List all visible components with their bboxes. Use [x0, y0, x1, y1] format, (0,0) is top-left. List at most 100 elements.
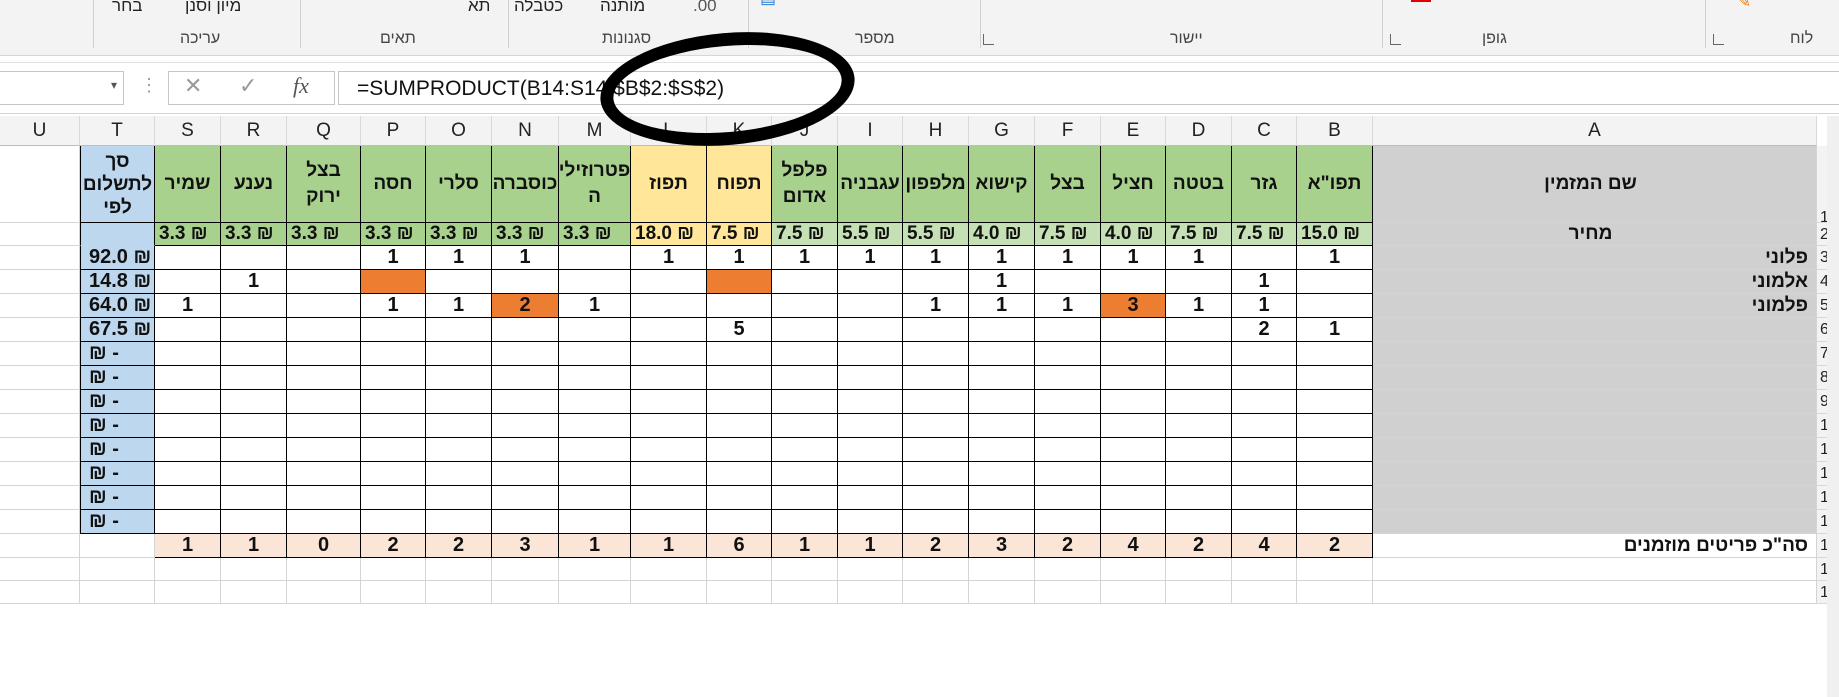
- column-header-C[interactable]: C: [1232, 116, 1297, 146]
- item-total-B[interactable]: 2: [1297, 534, 1373, 558]
- item-header-O[interactable]: סלרי: [426, 146, 492, 223]
- item-header-J[interactable]: פלפל אדום: [772, 146, 838, 223]
- qty-C12[interactable]: [1232, 462, 1297, 486]
- qty-E4[interactable]: [1101, 270, 1166, 294]
- item-price-Q[interactable]: 3.3 ₪: [287, 223, 361, 246]
- qty-D7[interactable]: [1166, 342, 1232, 366]
- format-as-table-button[interactable]: כטבלה: [514, 0, 563, 16]
- qty-D3[interactable]: 1: [1166, 246, 1232, 270]
- item-total-J[interactable]: 1: [772, 534, 838, 558]
- qty-O14[interactable]: [426, 510, 492, 534]
- qty-R3[interactable]: [221, 246, 287, 270]
- qty-J6[interactable]: [772, 318, 838, 342]
- item-header-L[interactable]: תפוז: [631, 146, 707, 223]
- column-header-G[interactable]: G: [969, 116, 1035, 146]
- qty-C14[interactable]: [1232, 510, 1297, 534]
- qty-F12[interactable]: [1035, 462, 1101, 486]
- qty-R7[interactable]: [221, 342, 287, 366]
- qty-L14[interactable]: [631, 510, 707, 534]
- qty-Q14[interactable]: [287, 510, 361, 534]
- column-header-E[interactable]: E: [1101, 116, 1166, 146]
- qty-C11[interactable]: [1232, 438, 1297, 462]
- qty-S12[interactable]: [155, 462, 221, 486]
- cell-M17[interactable]: [559, 581, 631, 604]
- qty-M8[interactable]: [559, 366, 631, 390]
- item-total-K[interactable]: 6: [707, 534, 772, 558]
- enter-icon[interactable]: ✓: [239, 73, 257, 99]
- item-price-F[interactable]: 7.5 ₪: [1035, 223, 1101, 246]
- qty-H5[interactable]: 1: [903, 294, 969, 318]
- qty-G6[interactable]: [969, 318, 1035, 342]
- qty-F8[interactable]: [1035, 366, 1101, 390]
- qty-Q11[interactable]: [287, 438, 361, 462]
- qty-L10[interactable]: [631, 414, 707, 438]
- qty-K11[interactable]: [707, 438, 772, 462]
- item-price-I[interactable]: 5.5 ₪: [838, 223, 903, 246]
- qty-D4[interactable]: [1166, 270, 1232, 294]
- qty-M11[interactable]: [559, 438, 631, 462]
- qty-F3[interactable]: 1: [1035, 246, 1101, 270]
- column-header-K[interactable]: K: [707, 116, 772, 146]
- qty-L11[interactable]: [631, 438, 707, 462]
- qty-S11[interactable]: [155, 438, 221, 462]
- find-select-button[interactable]: מיון וסנן: [185, 0, 241, 16]
- qty-P6[interactable]: [361, 318, 426, 342]
- qty-H6[interactable]: [903, 318, 969, 342]
- item-total-N[interactable]: 3: [492, 534, 559, 558]
- item-price-N[interactable]: 3.3 ₪: [492, 223, 559, 246]
- qty-P5[interactable]: 1: [361, 294, 426, 318]
- qty-E12[interactable]: [1101, 462, 1166, 486]
- cell-T2[interactable]: [80, 223, 155, 246]
- qty-M3[interactable]: [559, 246, 631, 270]
- cell-A16[interactable]: [1373, 558, 1817, 581]
- cell-H16[interactable]: [903, 558, 969, 581]
- qty-R8[interactable]: [221, 366, 287, 390]
- column-header-I[interactable]: I: [838, 116, 903, 146]
- cell-C16[interactable]: [1232, 558, 1297, 581]
- cell-Q17[interactable]: [287, 581, 361, 604]
- qty-R5[interactable]: [221, 294, 287, 318]
- qty-C6[interactable]: 2: [1232, 318, 1297, 342]
- qty-H14[interactable]: [903, 510, 969, 534]
- item-total-H[interactable]: 2: [903, 534, 969, 558]
- qty-K14[interactable]: [707, 510, 772, 534]
- cell-L16[interactable]: [631, 558, 707, 581]
- customer-total-8[interactable]: ₪ -: [80, 366, 155, 390]
- cell-N16[interactable]: [492, 558, 559, 581]
- qty-G12[interactable]: [969, 462, 1035, 486]
- qty-L8[interactable]: [631, 366, 707, 390]
- cell-U12[interactable]: [0, 462, 80, 486]
- qty-E8[interactable]: [1101, 366, 1166, 390]
- qty-E9[interactable]: [1101, 390, 1166, 414]
- chevron-down-icon[interactable]: ▾: [111, 78, 117, 92]
- customer-name-3[interactable]: פלוני: [1373, 246, 1817, 270]
- qty-C3[interactable]: [1232, 246, 1297, 270]
- qty-B10[interactable]: [1297, 414, 1373, 438]
- qty-I12[interactable]: [838, 462, 903, 486]
- qty-Q4[interactable]: [287, 270, 361, 294]
- qty-K12[interactable]: [707, 462, 772, 486]
- qty-C7[interactable]: [1232, 342, 1297, 366]
- cell-U9[interactable]: [0, 390, 80, 414]
- qty-H13[interactable]: [903, 486, 969, 510]
- qty-L5[interactable]: [631, 294, 707, 318]
- qty-N7[interactable]: [492, 342, 559, 366]
- qty-C13[interactable]: [1232, 486, 1297, 510]
- qty-B4[interactable]: [1297, 270, 1373, 294]
- qty-P7[interactable]: [361, 342, 426, 366]
- item-header-F[interactable]: בצל: [1035, 146, 1101, 223]
- column-header-J[interactable]: J: [772, 116, 838, 146]
- qty-F6[interactable]: [1035, 318, 1101, 342]
- qty-H8[interactable]: [903, 366, 969, 390]
- item-price-R[interactable]: 3.3 ₪: [221, 223, 287, 246]
- paintbrush-icon[interactable]: ✎: [1737, 0, 1751, 12]
- qty-F9[interactable]: [1035, 390, 1101, 414]
- qty-S8[interactable]: [155, 366, 221, 390]
- qty-E10[interactable]: [1101, 414, 1166, 438]
- qty-B11[interactable]: [1297, 438, 1373, 462]
- cell-P17[interactable]: [361, 581, 426, 604]
- number-format-icon[interactable]: ▤: [760, 0, 776, 8]
- item-total-M[interactable]: 1: [559, 534, 631, 558]
- qty-R14[interactable]: [221, 510, 287, 534]
- item-price-B[interactable]: 15.0 ₪: [1297, 223, 1373, 246]
